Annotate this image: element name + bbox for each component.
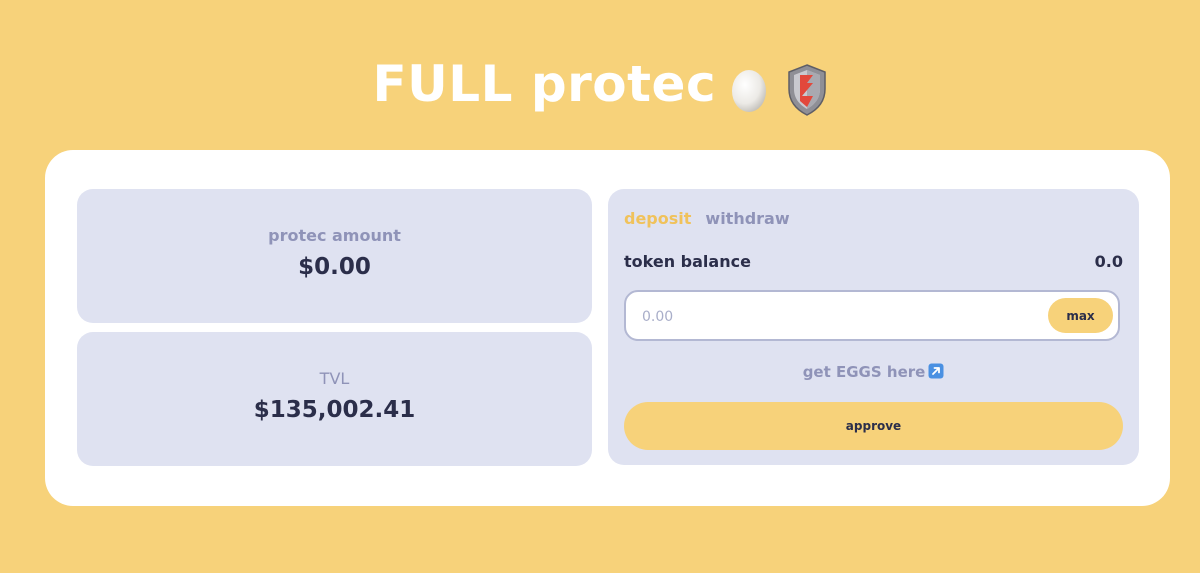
tab-deposit[interactable]: deposit [624,209,691,229]
deposit-panel: deposit withdraw token balance 0.0 max ge… [608,189,1139,465]
protec-amount-box: protec amount $0.00 [77,189,592,323]
token-balance-label: token balance [624,252,751,271]
protec-amount-label: protec amount [268,226,401,245]
protec-amount-value: $0.00 [298,254,371,280]
get-eggs-link-text: get EGGS here [802,363,926,381]
approve-button[interactable]: approve [624,402,1123,450]
tvl-value: $135,002.41 [253,397,416,423]
tab-withdraw[interactable]: withdraw [705,209,789,229]
tab-bar: deposit withdraw [624,209,790,229]
amount-input[interactable] [640,305,1034,329]
tvl-box: TVL $135,002.41 [77,332,592,466]
page-title-text: FULL protec [372,55,717,113]
amount-field: max [624,290,1120,341]
page-title: FULL protec [0,52,1200,116]
token-balance-value: 0.0 [1094,252,1123,271]
main-card: protec amount $0.00 TVL $135,002.41 depo… [45,150,1170,506]
get-eggs-link[interactable]: get EGGS here [608,362,1139,382]
tvl-label: TVL [319,369,350,388]
title-icons [730,55,827,116]
arrow-up-right-icon [928,363,944,379]
egg-icon [732,70,767,112]
token-balance-row: token balance 0.0 [624,252,1123,272]
shield-icon [787,64,826,116]
max-button[interactable]: max [1048,298,1113,333]
